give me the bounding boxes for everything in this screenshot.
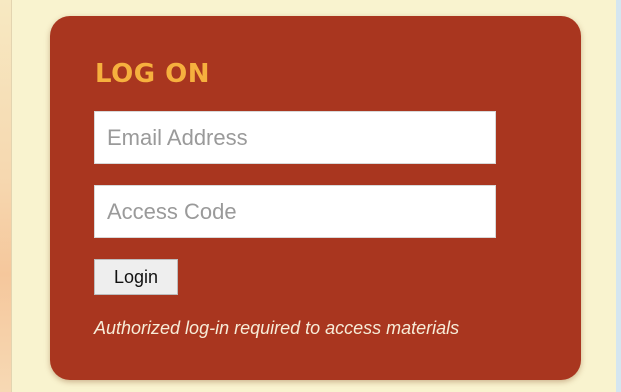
email-field[interactable] (94, 111, 496, 164)
login-title: LOG ON (95, 59, 210, 89)
login-button[interactable]: Login (94, 259, 178, 295)
right-border (616, 0, 621, 392)
access-code-field[interactable] (94, 185, 496, 238)
access-note: Authorized log-in required to access mat… (94, 318, 460, 338)
left-border (0, 0, 12, 392)
login-panel: LOG ON Login Authorized log-in required … (50, 16, 581, 380)
